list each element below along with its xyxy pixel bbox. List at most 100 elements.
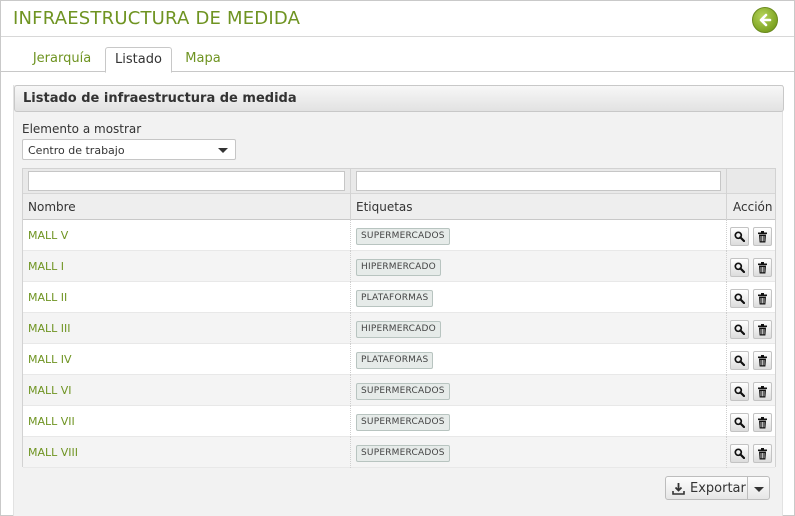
download-icon	[672, 483, 685, 495]
element-select-label: Elemento a mostrar	[22, 122, 142, 136]
column-divider	[726, 169, 727, 220]
tab-listado[interactable]: Listado	[105, 47, 172, 73]
trash-icon	[757, 230, 768, 243]
back-button[interactable]	[752, 7, 778, 33]
column-header-tags[interactable]: Etiquetas	[356, 200, 413, 214]
table-row: MALL IV PLATAFORMAS	[23, 344, 775, 375]
column-divider	[350, 282, 351, 313]
table-row: MALL V SUPERMERCADOS	[23, 220, 775, 251]
search-icon	[734, 417, 745, 428]
tag-badge: HIPERMERCADO	[356, 259, 441, 276]
search-icon	[734, 324, 745, 335]
column-divider	[350, 344, 351, 375]
column-divider	[350, 406, 351, 437]
delete-button[interactable]	[753, 444, 772, 463]
row-name-link[interactable]: MALL VIII	[28, 446, 78, 459]
search-icon	[734, 448, 745, 459]
delete-button[interactable]	[753, 289, 772, 308]
search-icon	[734, 355, 745, 366]
tag-badge: SUPERMERCADOS	[356, 445, 450, 462]
column-divider	[350, 220, 351, 251]
tag-badge: SUPERMERCADOS	[356, 383, 450, 400]
column-divider	[726, 251, 727, 282]
panel-header: Listado de infraestructura de medida	[14, 85, 784, 112]
column-divider	[726, 313, 727, 344]
tag-badge: PLATAFORMAS	[356, 352, 434, 369]
tab-jerarquia[interactable]: Jerarquía	[23, 47, 101, 72]
trash-icon	[757, 447, 768, 460]
delete-button[interactable]	[753, 227, 772, 246]
column-divider	[350, 437, 351, 468]
column-divider	[726, 406, 727, 437]
element-select[interactable]: Centro de trabajo	[22, 139, 236, 160]
column-divider	[726, 282, 727, 313]
tag-badge: HIPERMERCADO	[356, 321, 441, 338]
trash-icon	[757, 385, 768, 398]
trash-icon	[757, 354, 768, 367]
view-button[interactable]	[730, 351, 749, 370]
search-icon	[734, 262, 745, 273]
row-name-link[interactable]: MALL II	[28, 291, 67, 304]
page-header: INFRAESTRUCTURA DE MEDIDA	[1, 1, 794, 37]
main-content: Listado de infraestructura de medida Ele…	[13, 85, 784, 516]
row-name-link[interactable]: MALL IV	[28, 353, 72, 366]
table-row: MALL VIII SUPERMERCADOS	[23, 437, 775, 468]
row-name-link[interactable]: MALL III	[28, 322, 71, 335]
trash-icon	[757, 292, 768, 305]
view-button[interactable]	[730, 258, 749, 277]
tag-badge: SUPERMERCADOS	[356, 228, 450, 245]
table-row: MALL VII SUPERMERCADOS	[23, 406, 775, 437]
view-button[interactable]	[730, 444, 749, 463]
search-icon	[734, 293, 745, 304]
delete-button[interactable]	[753, 413, 772, 432]
column-divider	[726, 344, 727, 375]
chevron-down-icon	[218, 148, 228, 153]
trash-icon	[757, 261, 768, 274]
table-row: MALL I HIPERMERCADO	[23, 251, 775, 282]
row-name-link[interactable]: MALL VI	[28, 384, 72, 397]
row-name-link[interactable]: MALL VII	[28, 415, 75, 428]
view-button[interactable]	[730, 413, 749, 432]
export-label: Exportar	[690, 481, 746, 496]
delete-button[interactable]	[753, 258, 772, 277]
table-row: MALL VI SUPERMERCADOS	[23, 375, 775, 406]
export-options-button[interactable]	[747, 476, 770, 500]
tags-filter-input[interactable]	[356, 171, 721, 191]
app-window: INFRAESTRUCTURA DE MEDIDA Jerarquía List…	[0, 0, 795, 516]
delete-button[interactable]	[753, 351, 772, 370]
view-button[interactable]	[730, 320, 749, 339]
trash-icon	[757, 323, 768, 336]
view-button[interactable]	[730, 289, 749, 308]
tag-badge: SUPERMERCADOS	[356, 414, 450, 431]
search-icon	[734, 386, 745, 397]
chevron-down-icon	[754, 487, 764, 492]
element-select-value: Centro de trabajo	[28, 144, 125, 157]
tab-bar: Jerarquía Listado Mapa	[1, 47, 794, 73]
row-name-link[interactable]: MALL V	[28, 229, 68, 242]
table-row: MALL III HIPERMERCADO	[23, 313, 775, 344]
column-divider	[726, 375, 727, 406]
tag-badge: PLATAFORMAS	[356, 290, 434, 307]
name-filter-input[interactable]	[28, 171, 345, 191]
delete-button[interactable]	[753, 320, 772, 339]
trash-icon	[757, 416, 768, 429]
column-divider	[350, 375, 351, 406]
view-button[interactable]	[730, 382, 749, 401]
view-button[interactable]	[730, 227, 749, 246]
column-divider	[726, 220, 727, 251]
table-row: MALL II PLATAFORMAS	[23, 282, 775, 313]
export-button[interactable]: Exportar	[665, 476, 748, 500]
filter-row	[23, 169, 775, 194]
tab-mapa[interactable]: Mapa	[177, 47, 229, 72]
infrastructure-table: Nombre Etiquetas Acción MALL V SUPERMERCA…	[22, 168, 776, 468]
column-header-name[interactable]: Nombre	[28, 200, 76, 214]
column-divider	[350, 313, 351, 344]
column-divider	[350, 169, 351, 220]
page-title: INFRAESTRUCTURA DE MEDIDA	[13, 8, 301, 29]
delete-button[interactable]	[753, 382, 772, 401]
column-divider	[726, 437, 727, 468]
back-arrow-icon	[759, 13, 772, 27]
row-name-link[interactable]: MALL I	[28, 260, 64, 273]
column-divider	[350, 251, 351, 282]
search-icon	[734, 231, 745, 242]
